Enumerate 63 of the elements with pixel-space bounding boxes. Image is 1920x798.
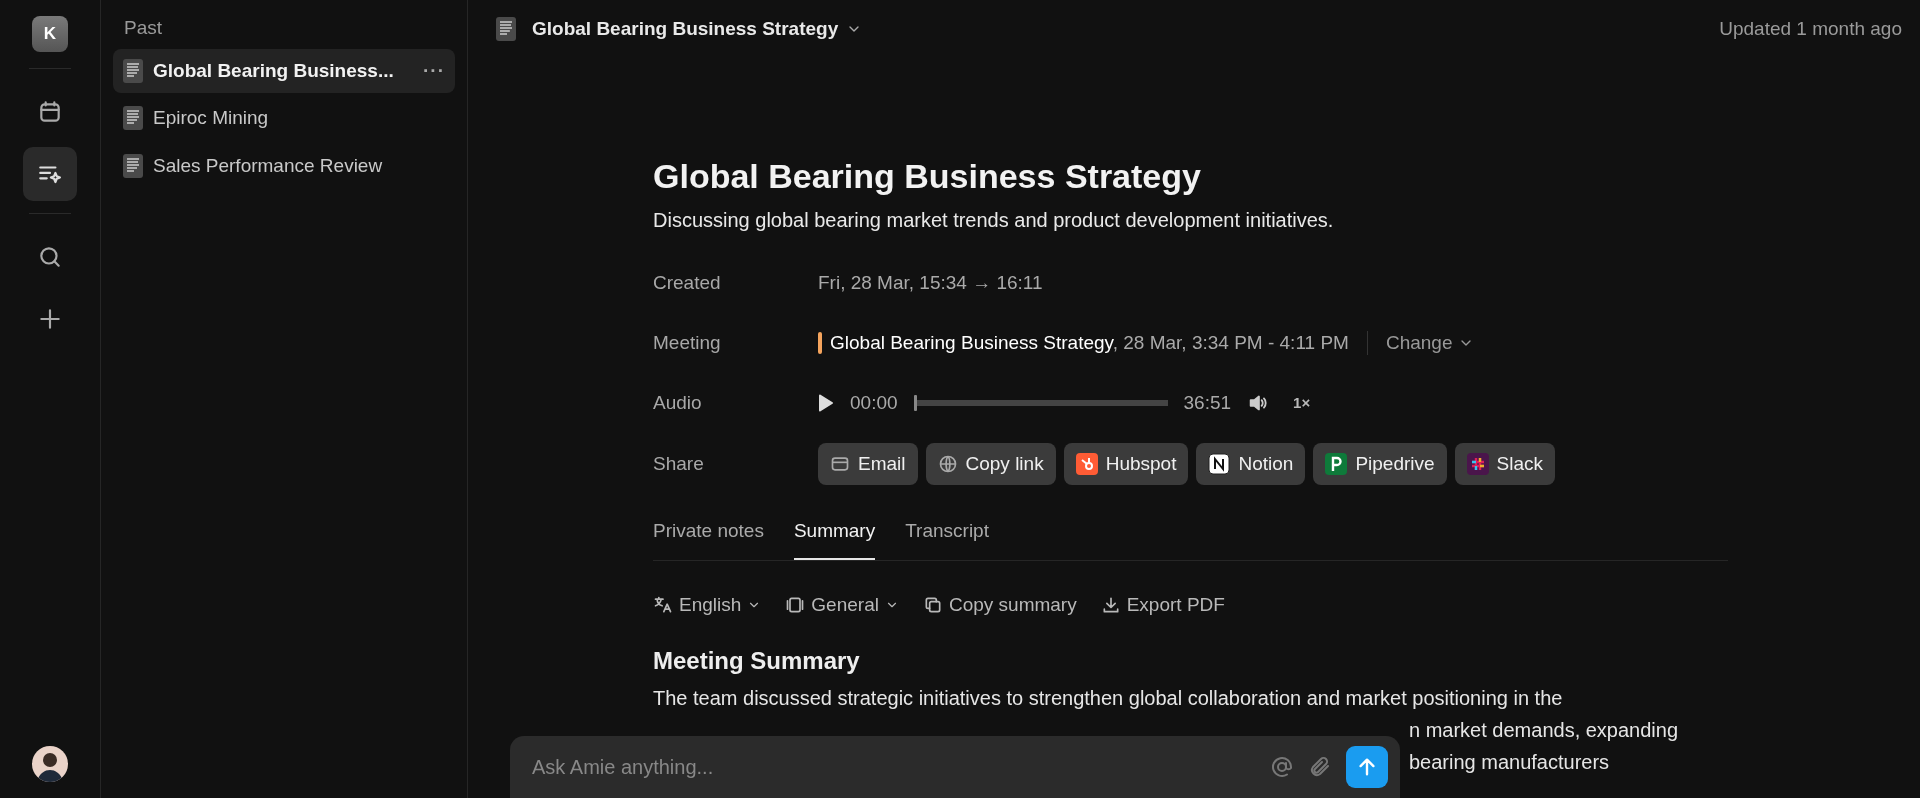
chat-input-field[interactable]: Ask Amie anything...	[530, 751, 1256, 783]
current-time: 00:00	[850, 390, 898, 415]
arrow-up-icon	[1356, 756, 1378, 778]
paperclip-icon[interactable]	[1308, 755, 1332, 779]
user-avatar[interactable]	[32, 746, 68, 782]
globe-icon	[937, 454, 958, 475]
document-icon	[123, 58, 143, 83]
section-heading: Past	[123, 16, 164, 40]
share-button[interactable]: Slack	[1454, 442, 1556, 486]
summary-text: The team discussed strategic initiatives to strengthen global collaboration and market positioning in the	[653, 686, 1564, 712]
note-title: Epiroc Mining	[153, 106, 269, 130]
toolbar-button[interactable]: Copy summary	[922, 590, 1077, 620]
share-button[interactable]: Pipedrive	[1313, 442, 1447, 486]
document-icon	[496, 17, 516, 41]
field-label: Created	[653, 270, 722, 295]
document-icon	[123, 153, 143, 178]
meeting-link[interactable]: Global Bearing Business Strategy, 28 Mar, 3:34 PM - 4:11 PM	[830, 328, 1349, 358]
tab[interactable]: Transcript	[905, 511, 989, 560]
field-label: Share	[653, 451, 705, 476]
section-heading: Meeting Summary	[653, 647, 861, 677]
p-logo-icon	[1325, 453, 1348, 476]
updated-time: Updated 1 month ago	[1719, 16, 1902, 41]
note-list-item[interactable]: Epiroc Mining	[113, 96, 455, 141]
created-time: Fri, 28 Mar, 15:34 → 16:11	[818, 270, 1043, 295]
note-title-dropdown[interactable]: Global Bearing Business Strategy	[532, 14, 839, 44]
toolbar-button[interactable]: English	[653, 590, 762, 620]
calendar-icon	[37, 99, 63, 125]
translate-icon	[653, 595, 673, 616]
summary-text: bearing manufacturers	[1409, 750, 1611, 776]
search-icon	[37, 244, 63, 270]
playback-speed-button[interactable]: 1×	[1293, 391, 1311, 415]
share-button[interactable]: Copy link	[925, 442, 1056, 486]
change-dropdown[interactable]: Change	[1385, 328, 1475, 358]
toolbar-button[interactable]: Export PDF	[1100, 590, 1225, 620]
note-title: Global Bearing Business...	[153, 58, 394, 83]
more-options[interactable]: ···	[423, 56, 445, 85]
toolbar-button[interactable]: General	[785, 590, 899, 620]
field-label: Audio	[653, 390, 703, 415]
n-logo-icon	[1208, 453, 1231, 476]
share-button[interactable]: Notion	[1196, 442, 1306, 486]
summary-text: n market demands, expanding	[1409, 718, 1680, 744]
duration: 36:51	[1183, 390, 1232, 415]
workspace-avatar[interactable]: K	[32, 16, 68, 52]
note-list-item[interactable]: Sales Performance Review	[113, 143, 455, 188]
plus-icon	[37, 306, 63, 332]
mention-icon[interactable]	[1270, 755, 1294, 779]
note-heading: Global Bearing Business Strategy	[653, 156, 1202, 197]
layout-icon	[785, 595, 806, 616]
chat-box[interactable]: Ask Amie anything...	[510, 736, 1400, 798]
document-icon	[123, 106, 143, 131]
tab[interactable]: Private notes	[653, 511, 764, 560]
note-list-item[interactable]: Global Bearing Business... ···	[113, 48, 455, 93]
play-icon[interactable]	[818, 393, 834, 412]
note-description: Discussing global bearing market trends and product development initiatives.	[653, 207, 1335, 233]
field-label: Meeting	[653, 330, 722, 355]
notes-sparkle-button[interactable]	[23, 147, 77, 201]
tab[interactable]: Summary	[793, 511, 876, 560]
sprocket-logo-icon	[1075, 453, 1098, 476]
hash-logo-icon	[1466, 453, 1489, 476]
share-button[interactable]: Hubspot	[1063, 442, 1189, 486]
share-button[interactable]: Email	[818, 442, 918, 486]
note-title: Sales Performance Review	[153, 153, 383, 178]
send-button[interactable]	[1346, 746, 1388, 788]
